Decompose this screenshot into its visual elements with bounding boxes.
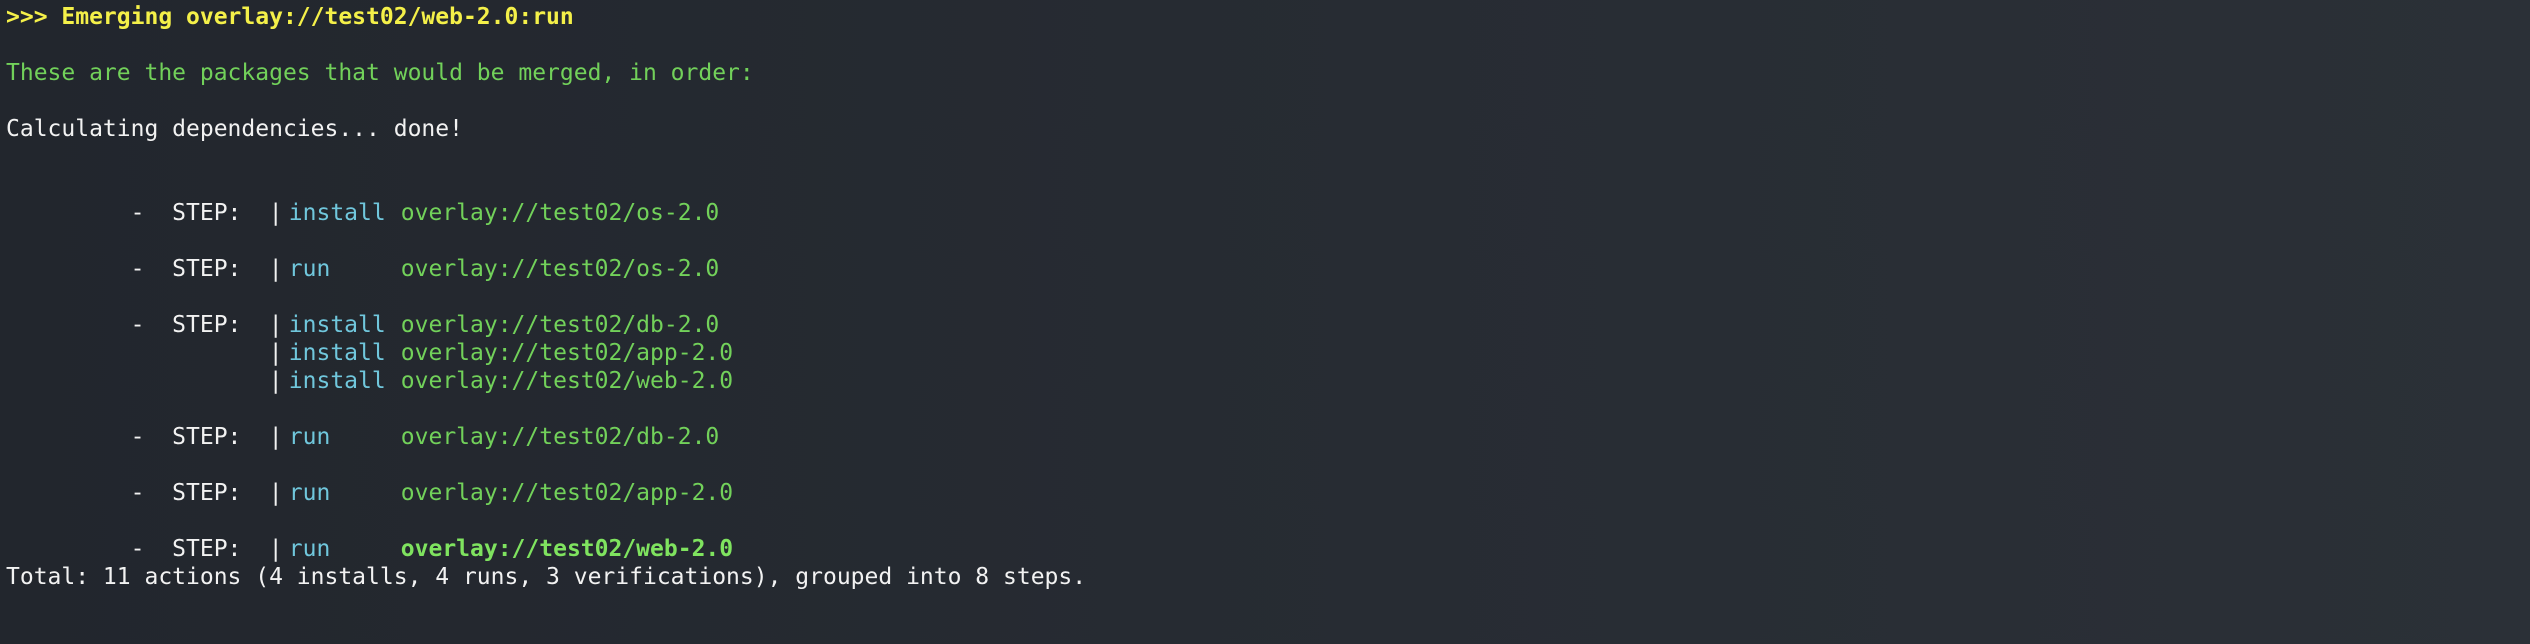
terminal-output: >>> Emerging overlay://test02/web-2.0:ru… bbox=[0, 0, 2530, 644]
step-package-target: overlay://test02/web-2.0 bbox=[400, 536, 734, 562]
step-action: run bbox=[288, 424, 331, 450]
step-4: - STEP: | run overlay://test02/db-2.0 bbox=[6, 395, 2530, 450]
step-row: - STEP: | install overlay://test02/db-2.0 bbox=[6, 283, 2530, 338]
step-action: install bbox=[288, 312, 386, 338]
step-pipe: | bbox=[268, 200, 283, 226]
step-package: overlay://test02/web-2.0 bbox=[400, 368, 734, 394]
step-row: - STEP: | run overlay://test02/os-2.0 bbox=[6, 227, 2530, 282]
step-action: run bbox=[288, 480, 331, 506]
step-package: overlay://test02/db-2.0 bbox=[400, 424, 720, 450]
step-action: install bbox=[288, 200, 386, 226]
step-prefix: - STEP: bbox=[116, 536, 270, 562]
step-package: overlay://test02/db-2.0 bbox=[400, 312, 720, 338]
step-row: - STEP: | run overlay://test02/db-2.0 bbox=[6, 395, 2530, 450]
step-pipe: | bbox=[268, 536, 283, 562]
step-pipe: | bbox=[268, 312, 283, 338]
calculating-text: Calculating dependencies... done! bbox=[6, 116, 463, 142]
step-pipe: | bbox=[268, 424, 283, 450]
step-action: install bbox=[288, 340, 386, 366]
step-action: run bbox=[288, 256, 331, 282]
step-prefix: - STEP: bbox=[116, 424, 270, 450]
total-summary: Total: 11 actions (4 installs, 4 runs, 3… bbox=[6, 564, 1087, 590]
step-prefix: - STEP: bbox=[116, 256, 270, 282]
merge-intro-text: These are the packages that would be mer… bbox=[6, 60, 754, 86]
step-3: - STEP: | install overlay://test02/db-2.0 … bbox=[6, 283, 2530, 394]
step-prefix: - STEP: bbox=[116, 312, 270, 338]
step-row: - STEP: | run overlay://test02/web-2.0 bbox=[6, 507, 2530, 562]
step-package: overlay://test02/app-2.0 bbox=[400, 480, 734, 506]
emerge-header: >>> Emerging overlay://test02/web-2.0:ru… bbox=[6, 4, 574, 30]
step-package: overlay://test02/os-2.0 bbox=[400, 256, 720, 282]
step-pipe: | bbox=[268, 256, 283, 282]
step-action: install bbox=[288, 368, 386, 394]
step-6: - STEP: | run overlay://test02/web-2.0 bbox=[6, 507, 2530, 562]
step-prefix: - STEP: bbox=[116, 480, 270, 506]
step-1: - STEP: | install overlay://test02/os-2.0 bbox=[6, 171, 2530, 226]
step-pipe: | bbox=[268, 480, 283, 506]
step-row: - STEP: | install overlay://test02/os-2.0 bbox=[6, 171, 2530, 226]
step-package: overlay://test02/os-2.0 bbox=[400, 200, 720, 226]
step-package: overlay://test02/app-2.0 bbox=[400, 340, 734, 366]
step-5: - STEP: | run overlay://test02/app-2.0 bbox=[6, 451, 2530, 506]
step-2: - STEP: | run overlay://test02/os-2.0 bbox=[6, 227, 2530, 282]
step-action: run bbox=[288, 536, 331, 562]
step-pipe: | bbox=[268, 368, 283, 394]
step-list: - STEP: | install overlay://test02/os-2.0 … bbox=[6, 171, 2530, 562]
step-pipe: | bbox=[268, 340, 283, 366]
step-row: - STEP: | run overlay://test02/app-2.0 bbox=[6, 451, 2530, 506]
step-prefix: - STEP: bbox=[116, 200, 270, 226]
